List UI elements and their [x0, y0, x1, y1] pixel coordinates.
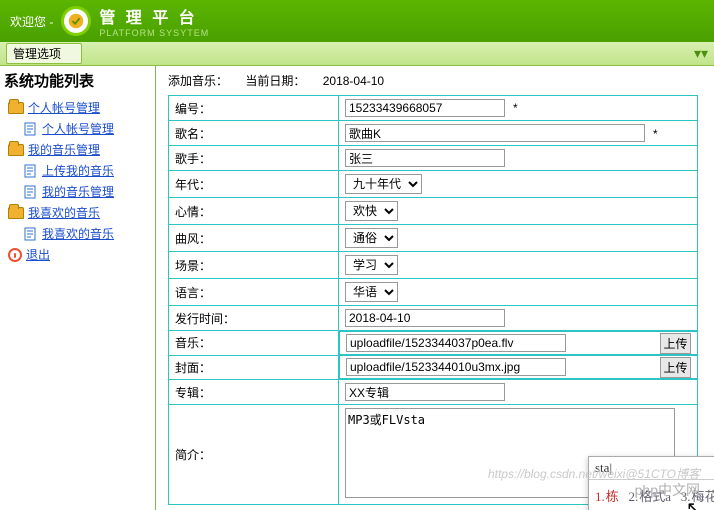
date-value: 2018-04-10 [323, 74, 384, 88]
edit-icon [24, 227, 38, 241]
label-singer: 歌手： [169, 146, 339, 171]
label-music: 音乐： [169, 331, 339, 356]
required-mark: * [653, 127, 658, 141]
edit-icon [24, 185, 38, 199]
nav-favorite-list[interactable]: 我喜欢的音乐 [0, 223, 155, 244]
label-album: 专辑： [169, 380, 339, 405]
title-en: PLATFORM SYSYTEM [99, 28, 209, 38]
select-era[interactable]: 九十年代 [345, 174, 422, 194]
nav-link[interactable]: 个人帐号管理 [28, 99, 100, 116]
label-scene: 场景： [169, 252, 339, 279]
label-id: 编号： [169, 96, 339, 121]
edit-icon [24, 164, 38, 178]
required-mark: * [513, 101, 518, 115]
page-title-text: 添加音乐： [168, 74, 228, 88]
form-table: 编号：* 歌名：* 歌手： 年代：九十年代 心情：欢快 曲风：通俗 场景：学习 … [168, 95, 698, 505]
toolbar-dropdown[interactable]: 管理选项 [6, 43, 82, 64]
nav-account-manage[interactable]: 个人帐号管理 [0, 118, 155, 139]
power-icon [8, 248, 22, 262]
nav-link[interactable]: 上传我的音乐 [42, 162, 114, 179]
upload-cover-button[interactable]: 上传 [660, 357, 690, 378]
label-lang: 语言： [169, 279, 339, 306]
label-style: 曲风： [169, 225, 339, 252]
upload-music-button[interactable]: 上传 [660, 333, 690, 354]
nav-link[interactable]: 个人帐号管理 [42, 120, 114, 137]
folder-icon [8, 207, 24, 219]
input-id[interactable] [345, 99, 505, 117]
folder-icon [8, 102, 24, 114]
page-title: 添加音乐： 当前日期： 2018-04-10 [168, 72, 714, 89]
select-style[interactable]: 通俗 [345, 228, 398, 248]
input-pubdate[interactable] [345, 309, 505, 327]
collapse-icon[interactable]: ▾▾ [694, 45, 714, 62]
folder-icon [8, 144, 24, 156]
toolbar: 管理选项 ▾▾ [0, 42, 714, 66]
nav-link[interactable]: 我喜欢的音乐 [28, 204, 100, 221]
nav-link[interactable]: 我的音乐管理 [42, 183, 114, 200]
label-intro: 简介： [169, 405, 339, 505]
input-singer[interactable] [345, 149, 505, 167]
label-era: 年代： [169, 171, 339, 198]
nav-upload-music[interactable]: 上传我的音乐 [0, 160, 155, 181]
edit-icon [24, 122, 38, 136]
sidebar: 系统功能列表 个人帐号管理 个人帐号管理 我的音乐管理 上传我的音乐 我的音乐管… [0, 66, 156, 510]
label-pub: 发行时间： [169, 306, 339, 331]
nav-link[interactable]: 退出 [26, 246, 50, 263]
date-label: 当前日期： [245, 74, 305, 88]
sidebar-heading: 系统功能列表 [4, 70, 155, 91]
nav-link[interactable]: 我的音乐管理 [28, 141, 100, 158]
logo-icon [61, 6, 91, 36]
label-cover: 封面： [169, 355, 339, 380]
nav-favorite[interactable]: 我喜欢的音乐 [0, 202, 155, 223]
label-name: 歌名： [169, 121, 339, 146]
select-lang[interactable]: 华语 [345, 282, 398, 302]
label-mood: 心情： [169, 198, 339, 225]
app-title: 管 理 平 台 PLATFORM SYSYTEM [99, 4, 209, 38]
nav-exit[interactable]: 退出 [0, 244, 155, 265]
input-album[interactable] [345, 383, 505, 401]
app-header: 欢迎您 - 管 理 平 台 PLATFORM SYSYTEM [0, 0, 714, 42]
nav-manage-music[interactable]: 我的音乐管理 [0, 181, 155, 202]
input-name[interactable] [345, 124, 645, 142]
input-cover-file[interactable] [346, 358, 566, 376]
watermark-2: php中文网 [635, 480, 700, 500]
nav-link[interactable]: 我喜欢的音乐 [42, 225, 114, 242]
select-mood[interactable]: 欢快 [345, 201, 398, 221]
input-music-file[interactable] [346, 334, 566, 352]
welcome-text: 欢迎您 - [0, 13, 53, 30]
title-cn: 管 理 平 台 [99, 4, 209, 28]
main-content: 添加音乐： 当前日期： 2018-04-10 编号： * 歌名： * 歌手： 年代：… [156, 66, 714, 510]
select-scene[interactable]: 学习 [345, 255, 398, 275]
nav-music[interactable]: 我的音乐管理 [0, 139, 155, 160]
nav-account[interactable]: 个人帐号管理 [0, 97, 155, 118]
